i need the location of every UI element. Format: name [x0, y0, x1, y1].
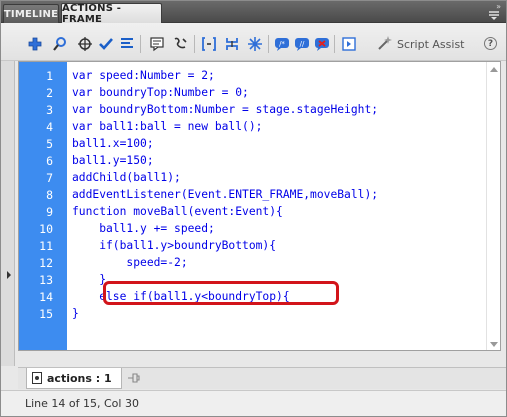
code-text[interactable]: addEventListener(Event.ENTER_FRAME,moveB…: [72, 188, 378, 201]
vertical-scrollbar[interactable]: [486, 62, 500, 350]
highlighted-line-annotation: [103, 281, 339, 305]
line-number: 10: [39, 221, 53, 236]
svg-text://: //: [300, 40, 305, 48]
expand-all-icon[interactable]: [246, 35, 264, 53]
code-line[interactable]: 6 ball1.y=150;: [19, 152, 489, 169]
panel-menu-icon[interactable]: [487, 9, 501, 23]
code-text[interactable]: ball1.y += speed;: [72, 222, 215, 235]
debug-options-icon[interactable]: [171, 35, 189, 53]
scroll-up-icon[interactable]: [490, 67, 498, 72]
svg-text:/*: /*: [279, 40, 285, 48]
show-code-hint-icon[interactable]: [148, 35, 166, 53]
code-text[interactable]: var boundryBottom:Number = stage.stageHe…: [72, 103, 378, 116]
line-number: 5: [46, 136, 53, 151]
expand-arrow-icon[interactable]: [7, 271, 11, 279]
code-text[interactable]: addChild(ball1);: [72, 171, 181, 184]
line-number: 8: [46, 187, 53, 202]
collapse-between-braces-icon[interactable]: [200, 35, 218, 53]
line-number: 2: [46, 85, 53, 100]
line-number: 6: [46, 153, 53, 168]
insert-target-path-icon[interactable]: [76, 35, 94, 53]
script-tab-actions[interactable]: actions : 1: [26, 368, 122, 389]
code-line[interactable]: 5 ball1.x=100;: [19, 135, 489, 152]
line-number: 13: [39, 272, 53, 287]
script-assist-label: Script Assist: [397, 37, 465, 51]
tab-actions-frame[interactable]: ACTIONS - FRAME: [61, 3, 162, 25]
collapse-toolbox-strip[interactable]: [1, 61, 15, 366]
pin-script-icon[interactable]: [126, 372, 140, 384]
remove-comment-icon[interactable]: [313, 35, 331, 53]
code-line[interactable]: 1 var speed:Number = 2;: [19, 67, 489, 84]
code-text[interactable]: }: [72, 273, 106, 286]
script-navigator-tabs: actions : 1: [18, 367, 506, 389]
add-statement-icon[interactable]: [26, 35, 44, 53]
code-text[interactable]: var speed:Number = 2;: [72, 69, 215, 82]
code-line[interactable]: 3 var boundryBottom:Number = stage.stageH…: [19, 101, 489, 118]
check-syntax-icon[interactable]: [97, 35, 115, 53]
code-line[interactable]: 12 speed=-2;: [19, 254, 489, 271]
toolbar-separator: [194, 35, 195, 53]
code-text[interactable]: var boundryTop:Number = 0;: [72, 86, 249, 99]
code-text[interactable]: ball1.y=150;: [72, 154, 154, 167]
line-number: 9: [46, 204, 53, 219]
find-icon[interactable]: [51, 35, 69, 53]
line-number: 12: [39, 255, 53, 270]
code-line[interactable]: 8 addEventListener(Event.ENTER_FRAME,move…: [19, 186, 489, 203]
code-text[interactable]: ball1.x=100;: [72, 137, 154, 150]
actions-panel: TIMELINE ACTIONS - FRAME » /* // Script …: [0, 0, 507, 417]
line-number: 4: [46, 119, 53, 134]
code-line[interactable]: 10 ball1.y += speed;: [19, 220, 489, 237]
code-line[interactable]: 2 var boundryTop:Number = 0;: [19, 84, 489, 101]
apply-block-comment-icon[interactable]: /*: [273, 35, 291, 53]
panel-tab-bar: TIMELINE ACTIONS - FRAME »: [1, 1, 506, 25]
line-number: 3: [46, 102, 53, 117]
cursor-position-text: Line 14 of 15, Col 30: [25, 397, 139, 410]
collapse-selection-icon[interactable]: [223, 35, 241, 53]
frame-script-icon: [32, 372, 42, 384]
line-number: 11: [39, 238, 53, 253]
toolbar-separator: [268, 35, 269, 53]
line-number: 15: [39, 306, 53, 321]
status-bar: Line 14 of 15, Col 30: [1, 390, 506, 416]
script-assist-icon: [377, 35, 393, 54]
tab-timeline[interactable]: TIMELINE: [3, 4, 59, 23]
code-text[interactable]: }: [72, 307, 79, 320]
code-text[interactable]: var ball1:ball = new ball();: [72, 120, 262, 133]
code-line[interactable]: 15}: [19, 305, 489, 322]
code-text[interactable]: if(ball1.y>boundryBottom){: [72, 239, 276, 252]
script-tab-label: actions : 1: [47, 371, 112, 385]
help-icon[interactable]: ?: [484, 37, 497, 50]
code-line[interactable]: 9 function moveBall(event:Event){: [19, 203, 489, 220]
line-number: 7: [46, 170, 53, 185]
line-number: 14: [39, 289, 53, 304]
script-assist-toggle[interactable]: Script Assist: [377, 35, 465, 54]
code-line[interactable]: 11 if(ball1.y>boundryBottom){: [19, 237, 489, 254]
auto-format-icon[interactable]: [118, 35, 136, 53]
scroll-down-icon[interactable]: [490, 342, 498, 347]
code-text[interactable]: speed=-2;: [72, 256, 187, 269]
toolbar-separator: [334, 35, 335, 53]
code-text[interactable]: function moveBall(event:Event){: [72, 205, 283, 218]
show-hide-toolbox-icon[interactable]: [340, 35, 358, 53]
actions-toolbar: /* // Script Assist ?: [1, 23, 506, 61]
script-editor[interactable]: 1 var speed:Number = 2; 2 var boundryTop:Nu…: [18, 61, 501, 351]
code-line[interactable]: 7 addChild(ball1);: [19, 169, 489, 186]
code-line[interactable]: 4 var ball1:ball = new ball();: [19, 118, 489, 135]
apply-line-comment-icon[interactable]: //: [293, 35, 311, 53]
line-number: 1: [46, 68, 53, 83]
toolbar-separator: [140, 35, 141, 53]
